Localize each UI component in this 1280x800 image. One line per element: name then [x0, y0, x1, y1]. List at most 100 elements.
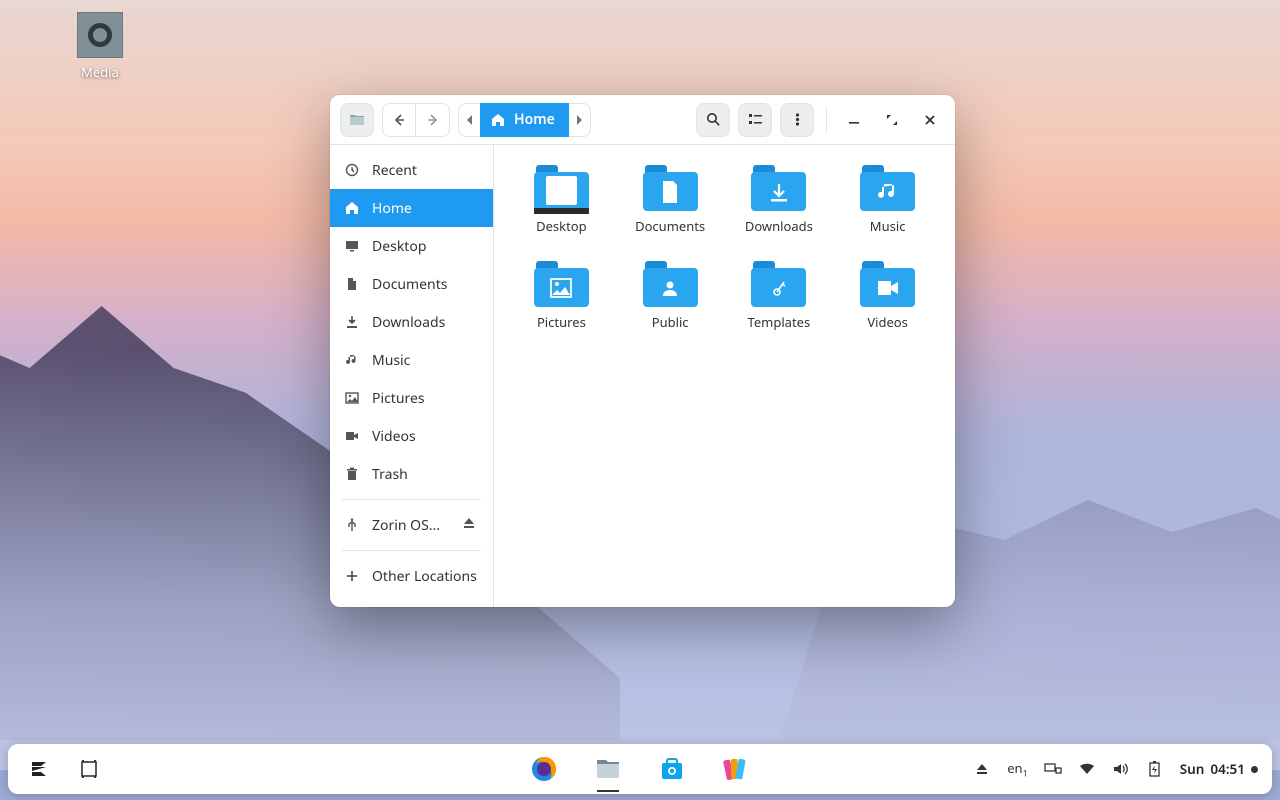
sidebar-item-label: Trash: [372, 465, 479, 484]
wifi-icon: [1079, 762, 1095, 776]
wired-network-icon: [1044, 762, 1062, 776]
pathbar: Home: [458, 103, 591, 137]
trash-icon: [344, 466, 360, 482]
path-next-button[interactable]: [569, 103, 591, 137]
volume-icon: [1113, 762, 1129, 776]
sidebar-item-trash[interactable]: Trash: [330, 455, 493, 493]
search-icon: [706, 112, 721, 127]
tray-keyboard-layout[interactable]: en1: [1007, 759, 1028, 780]
zorin-logo-icon: [28, 758, 50, 780]
folder-icon: [751, 165, 806, 211]
folder-templates[interactable]: Templates: [726, 259, 833, 353]
path-chip-home[interactable]: Home: [480, 103, 569, 137]
sidebar-item-zorin-os-[interactable]: Zorin OS...: [330, 506, 493, 544]
tray-eject[interactable]: [973, 759, 991, 779]
taskbar-software[interactable]: [655, 752, 689, 786]
sidebar-separator: [342, 499, 481, 500]
video-icon: [344, 428, 360, 444]
sidebar-item-music[interactable]: Music: [330, 341, 493, 379]
close-icon: [924, 114, 936, 126]
path-prev-button[interactable]: [458, 103, 480, 137]
sidebar-item-downloads[interactable]: Downloads: [330, 303, 493, 341]
files-app-icon: [594, 755, 622, 783]
sidebar-item-label: Downloads: [372, 313, 479, 332]
minimize-button[interactable]: [839, 105, 869, 135]
folder-downloads[interactable]: Downloads: [726, 163, 833, 257]
color-swatch-icon: [722, 755, 750, 783]
folder-pictures[interactable]: Pictures: [508, 259, 615, 353]
music-icon: [344, 352, 360, 368]
view-list-button[interactable]: [738, 103, 772, 137]
download-icon: [344, 314, 360, 330]
workspaces-button[interactable]: [72, 752, 106, 786]
folder-label: Documents: [635, 217, 705, 235]
folder-desktop[interactable]: Desktop: [508, 163, 615, 257]
sidebar-item-label: Other Locations: [372, 567, 479, 586]
folder-label: Pictures: [537, 313, 586, 331]
taskbar-clock[interactable]: Sun 04:51: [1180, 760, 1258, 778]
close-button[interactable]: [915, 105, 945, 135]
notification-dot-icon: [1251, 766, 1258, 773]
sidebar: Recent Home Desktop Documents Downloads Music…: [330, 145, 494, 607]
forward-button[interactable]: [416, 103, 450, 137]
hamburger-menu-button[interactable]: [780, 103, 814, 137]
titlebar[interactable]: Home: [330, 95, 955, 145]
desktop-icon-media[interactable]: Media: [60, 12, 140, 81]
taskbar-files[interactable]: [591, 752, 625, 786]
folder-public[interactable]: Public: [617, 259, 724, 353]
desktop-icon: [344, 238, 360, 254]
chevron-left-icon: [466, 115, 474, 125]
folder-icon: [534, 261, 589, 307]
sidebar-item-label: Recent: [372, 161, 479, 180]
sidebar-item-label: Videos: [372, 427, 479, 446]
usb-icon: [344, 517, 360, 533]
maximize-button[interactable]: [877, 105, 907, 135]
folder-icon: [643, 165, 698, 211]
folder-label: Desktop: [536, 217, 587, 235]
shopping-bag-icon: [658, 755, 686, 783]
nav-group: [382, 103, 450, 137]
taskbar-firefox[interactable]: [527, 752, 561, 786]
taskbar-appearance[interactable]: [719, 752, 753, 786]
folder-label: Videos: [867, 313, 908, 331]
file-manager-window: Home Recent Home Desktop Documents Downloads: [330, 95, 955, 607]
sidebar-item-home[interactable]: Home: [330, 189, 493, 227]
firefox-icon: [530, 755, 558, 783]
new-window-button[interactable]: [340, 103, 374, 137]
start-menu-button[interactable]: [22, 752, 56, 786]
desktop-icon-label: Media: [81, 63, 119, 81]
sidebar-item-label: Home: [372, 199, 479, 218]
workspaces-icon: [80, 760, 98, 778]
folder-documents[interactable]: Documents: [617, 163, 724, 257]
picture-icon: [344, 390, 360, 406]
sidebar-item-label: Zorin OS...: [372, 516, 451, 535]
folder-label: Downloads: [745, 217, 813, 235]
clock-icon: [344, 162, 360, 178]
eject-button[interactable]: [463, 517, 479, 533]
sidebar-item-other-locations[interactable]: Other Locations: [330, 557, 493, 595]
sidebar-item-pictures[interactable]: Pictures: [330, 379, 493, 417]
sidebar-item-documents[interactable]: Documents: [330, 265, 493, 303]
folder-music[interactable]: Music: [834, 163, 941, 257]
tray-volume[interactable]: [1112, 759, 1130, 779]
folder-icon: [751, 261, 806, 307]
tray-wifi[interactable]: [1078, 759, 1096, 779]
folder-videos[interactable]: Videos: [834, 259, 941, 353]
maximize-icon: [885, 113, 899, 127]
sidebar-item-recent[interactable]: Recent: [330, 151, 493, 189]
sidebar-item-desktop[interactable]: Desktop: [330, 227, 493, 265]
folder-icon: [534, 165, 589, 211]
search-button[interactable]: [696, 103, 730, 137]
battery-icon: [1149, 761, 1160, 777]
tray-battery[interactable]: [1146, 759, 1164, 779]
sidebar-item-videos[interactable]: Videos: [330, 417, 493, 455]
sidebar-separator: [342, 550, 481, 551]
folder-small-icon: [349, 112, 365, 128]
back-button[interactable]: [382, 103, 416, 137]
folder-label: Music: [870, 217, 906, 235]
tray-network-wired[interactable]: [1044, 759, 1062, 779]
arrow-left-icon: [392, 113, 406, 127]
sidebar-item-label: Desktop: [372, 237, 479, 256]
folder-label: Public: [652, 313, 689, 331]
eject-icon: [975, 762, 989, 776]
